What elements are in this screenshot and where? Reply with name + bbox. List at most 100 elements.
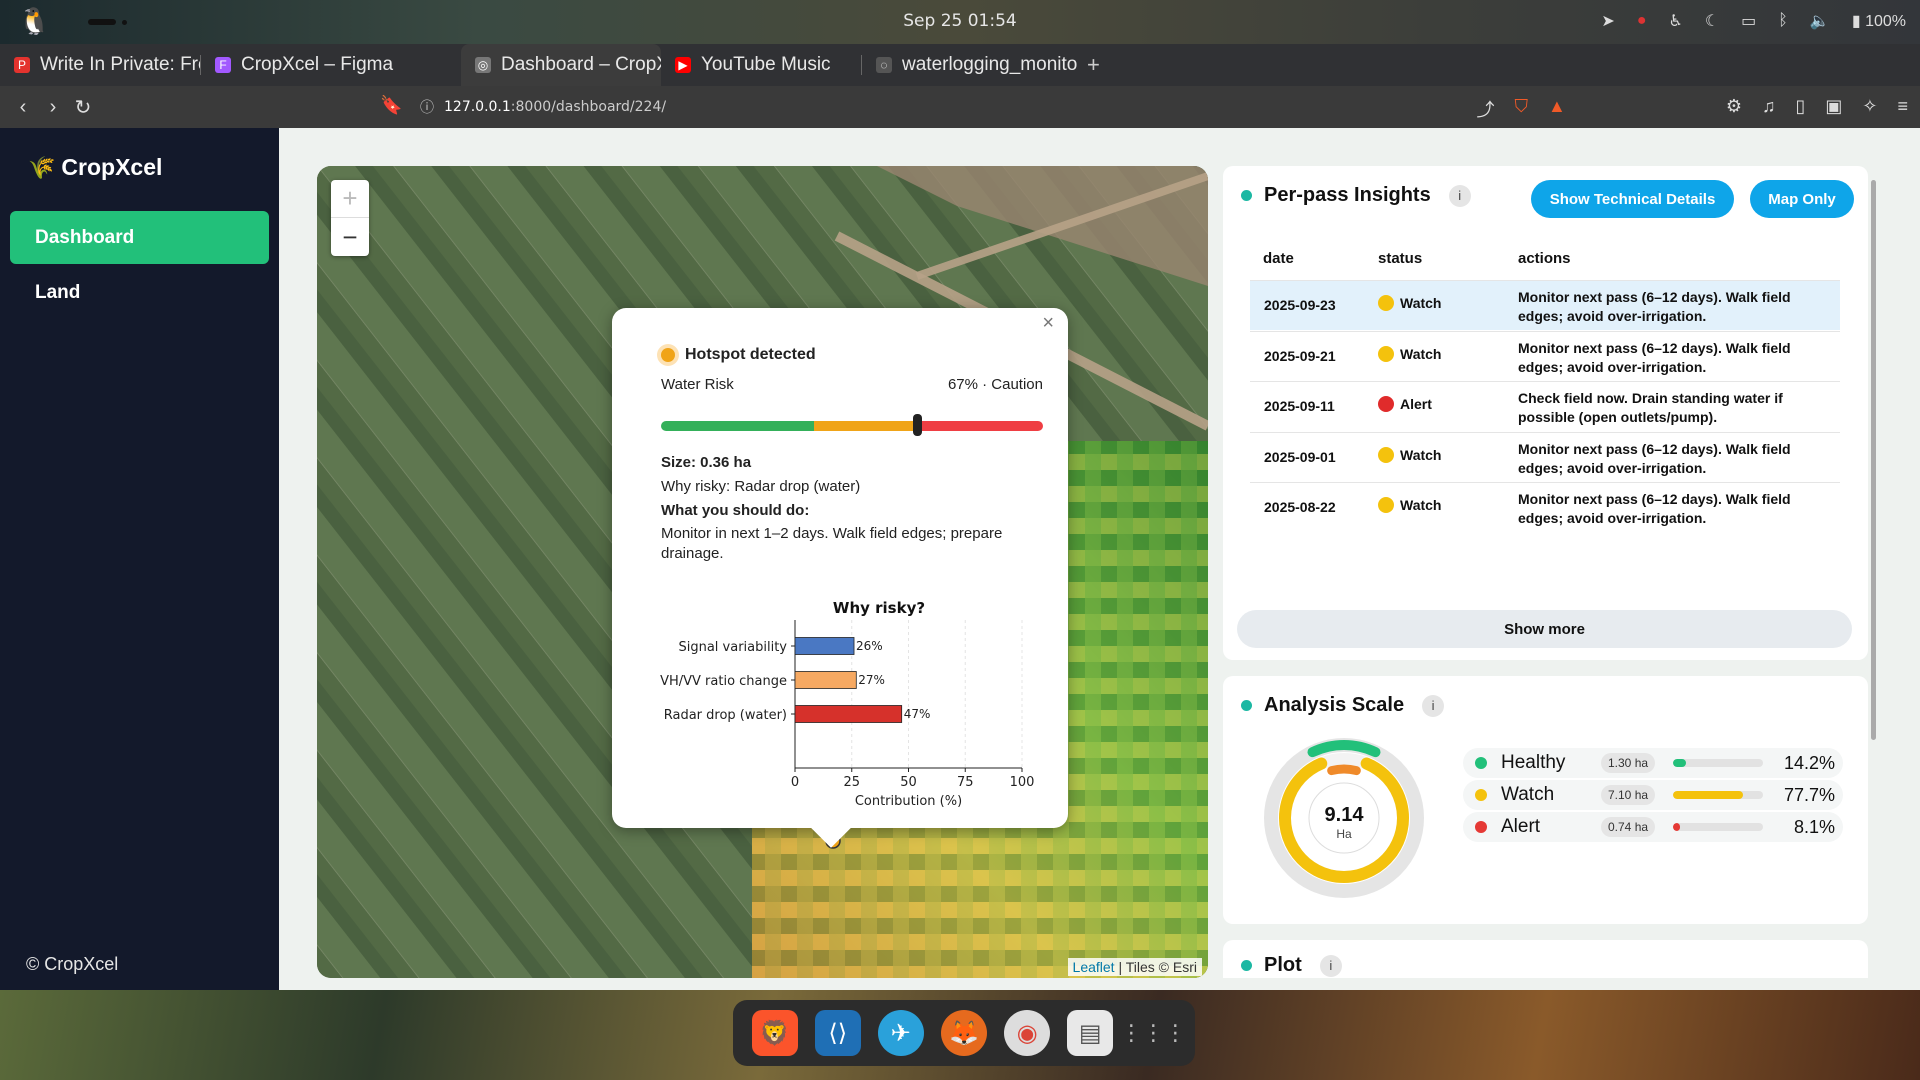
extensions-icon[interactable]: ⚙	[1726, 96, 1742, 122]
show-technical-details-button[interactable]: Show Technical Details	[1531, 180, 1734, 218]
legend-bar-track	[1673, 791, 1763, 799]
table-row[interactable]: 2025-09-11 Alert Check field now. Drain st…	[1250, 381, 1840, 431]
show-more-button[interactable]: Show more	[1237, 610, 1852, 648]
toolbar-right: ⤴ ⛉ ▲ ⚙ ♫ ▯ ▣ ✧ ≡	[1477, 96, 1909, 122]
bluetooth-icon[interactable]: ᛒ	[1778, 12, 1788, 30]
zoom-in-button[interactable]: +	[331, 180, 369, 218]
battery-indicator[interactable]: ▮ 100%	[1852, 11, 1906, 31]
row-action: Monitor next pass (6–12 days). Walk fiel…	[1518, 339, 1791, 375]
plot-card: Plot i	[1223, 940, 1868, 978]
share-icon[interactable]: ⤴	[1477, 96, 1495, 122]
tab-0[interactable]: P Write In Private: Free Onli	[0, 48, 200, 82]
legend-name: Alert	[1501, 816, 1541, 837]
vscode-icon[interactable]: ⟨⟩	[814, 1010, 861, 1056]
legend-row-watch: Watch 7.10 ha 77.7%	[1463, 780, 1843, 810]
page-scrollbar[interactable]	[1869, 166, 1877, 974]
forward-icon[interactable]: ›	[38, 96, 68, 119]
legend-dot-icon	[1475, 789, 1487, 801]
sidebar-toggle-icon[interactable]: ▯	[1795, 96, 1805, 122]
sidebar-item-land[interactable]: Land	[10, 266, 269, 319]
row-status: Alert	[1378, 396, 1432, 413]
reload-icon[interactable]: ↻	[68, 95, 98, 120]
map-only-button[interactable]: Map Only	[1750, 180, 1854, 218]
night-mode-icon[interactable]: ☾	[1705, 11, 1719, 31]
desktop-top-bar: 🐧 Sep 25 01:54 ➤ ● ♿ ☾ ▭ ᛒ 🔈 ▮ 100%	[0, 0, 1920, 44]
row-status: Watch	[1378, 497, 1441, 514]
menu-icon[interactable]: ≡	[1897, 96, 1908, 122]
category-label: Radar drop (water)	[664, 708, 787, 723]
row-date: 2025-09-01	[1264, 448, 1336, 465]
brave-shield-icon[interactable]: ⛉	[1515, 96, 1529, 122]
tab-4[interactable]: ◌ waterlogging_monitoring_	[862, 48, 1077, 82]
table-row[interactable]: 2025-09-23 Watch Monitor next pass (6–12 d…	[1250, 280, 1840, 330]
why-risky-chart: Why risky? Signal variability 26% VH/VV rat…	[660, 599, 1034, 809]
app-grid-icon[interactable]: ⋮⋮⋮	[1120, 1010, 1186, 1056]
close-icon[interactable]: ×	[1042, 312, 1054, 335]
sidebar-item-dashboard[interactable]: Dashboard	[10, 211, 269, 264]
row-date: 2025-09-23	[1264, 297, 1336, 313]
x-tick-label: 50	[900, 775, 917, 790]
info-icon[interactable]: i	[1448, 184, 1471, 207]
chrome-icon[interactable]: ◉	[1004, 1010, 1051, 1056]
address-bar[interactable]: ⓘ 127.0.0.1:8000/dashboard/224/	[420, 97, 666, 117]
scrollbar-thumb[interactable]	[1871, 180, 1876, 740]
analysis-title-text: Analysis Scale	[1264, 694, 1405, 716]
brand[interactable]: 🌾 CropXcel	[28, 154, 162, 181]
info-icon[interactable]: i	[1319, 954, 1342, 977]
alert-icon[interactable]: ●	[1637, 12, 1647, 30]
column-header-date[interactable]: date	[1263, 250, 1294, 267]
sidebar: 🌾 CropXcel Dashboard Land © CropXcel	[0, 128, 279, 990]
brand-name: CropXcel	[61, 154, 163, 180]
tab-3[interactable]: ▶ YouTube Music	[661, 48, 861, 82]
tab-label: CropXcel – Figma	[241, 54, 394, 75]
status-dot-icon	[1378, 446, 1394, 463]
column-header-actions[interactable]: actions	[1518, 250, 1571, 267]
legend-bar-fill	[1673, 823, 1681, 831]
rewards-icon[interactable]: ▲	[1548, 96, 1566, 122]
screen-icon[interactable]: ▭	[1741, 11, 1756, 31]
map[interactable]: + − Leaflet | Tiles © Esri × Hotspot det…	[317, 166, 1208, 978]
popup-title: Hotspot detected	[685, 346, 816, 363]
leaflet-link[interactable]: Leaflet	[1073, 959, 1115, 975]
firefox-icon[interactable]: 🦊	[940, 1010, 987, 1056]
tab-2[interactable]: ◎Dashboard – CropXcel×	[461, 44, 661, 86]
tab-favicon-icon: ◌	[876, 57, 892, 73]
row-date: 2025-09-11	[1264, 398, 1335, 415]
wheat-logo-icon: 🌾	[28, 154, 56, 180]
legend-bar-track	[1673, 823, 1763, 831]
analysis-donut-chart: 9.14Ha	[1264, 738, 1424, 898]
x-axis-label: Contribution (%)	[855, 794, 962, 809]
send-icon[interactable]: ➤	[1601, 11, 1614, 31]
telegram-icon[interactable]: ✈	[877, 1010, 924, 1056]
row-status-label: Watch	[1400, 446, 1442, 463]
brave-browser-icon[interactable]: 🦁	[751, 1010, 798, 1056]
row-status: Watch	[1378, 295, 1441, 311]
site-info-icon[interactable]: ⓘ	[420, 97, 434, 117]
media-icon[interactable]: ♫	[1762, 96, 1776, 122]
status-dot-icon	[1378, 497, 1394, 514]
files-icon[interactable]: ▤	[1067, 1010, 1114, 1056]
zoom-out-button[interactable]: −	[331, 218, 369, 256]
wallet-icon[interactable]: ▣	[1825, 96, 1842, 122]
system-tray: ➤ ● ♿ ☾ ▭ ᛒ 🔈 ▮ 100%	[1601, 11, 1906, 31]
volume-icon[interactable]: 🔈	[1810, 11, 1830, 31]
alert-arc	[1327, 764, 1361, 776]
back-icon[interactable]: ‹	[8, 96, 38, 119]
tab-label: Dashboard – CropXcel	[501, 54, 661, 75]
table-row[interactable]: 2025-08-22 Watch Monitor next pass (6–12 d…	[1250, 482, 1840, 532]
hotspot-popup: × Hotspot detected Water Risk 67% · Caut…	[612, 308, 1068, 848]
column-header-status[interactable]: status	[1378, 250, 1422, 267]
page: 🌾 CropXcel Dashboard Land © CropXcel + −…	[0, 128, 1920, 990]
new-tab-icon[interactable]: +	[1087, 52, 1100, 78]
info-icon[interactable]: i	[1422, 694, 1445, 717]
table-row[interactable]: 2025-09-21 Watch Monitor next pass (6–12 d…	[1250, 330, 1840, 381]
accessibility-icon[interactable]: ♿	[1668, 11, 1682, 31]
dock: 🦁 ⟨⟩ ✈ 🦊 ◉ ▤ ⋮⋮⋮	[733, 1000, 1195, 1066]
tab-1[interactable]: F CropXcel – Figma	[201, 48, 399, 82]
category-label: Signal variability	[678, 640, 787, 655]
table-row[interactable]: 2025-09-01 Watch Monitor next pass (6–12 d…	[1250, 431, 1840, 482]
url-host: 127.0.0.1	[444, 99, 511, 115]
bookmark-icon[interactable]: 🔖	[380, 95, 402, 116]
x-tick-label: 0	[791, 775, 799, 790]
leo-icon[interactable]: ✧	[1862, 96, 1877, 122]
